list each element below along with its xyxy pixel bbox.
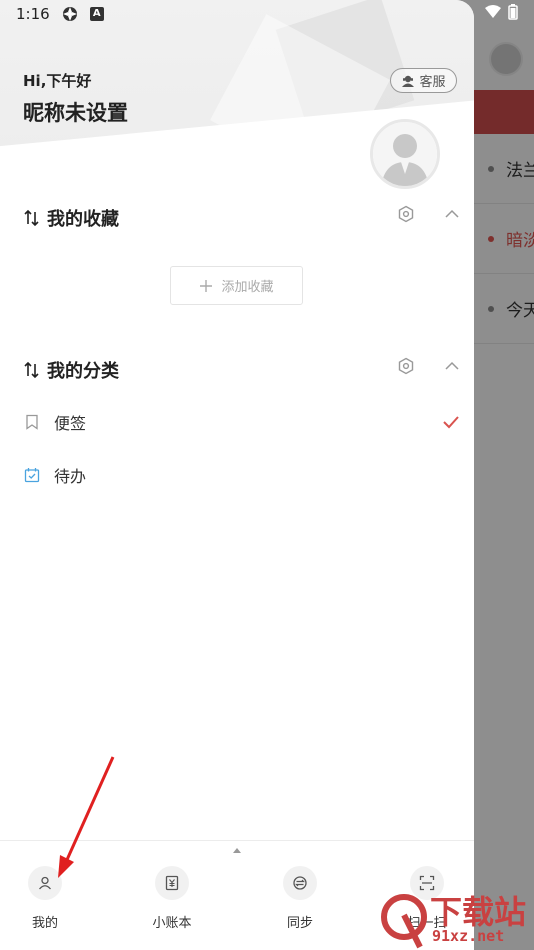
service-person-icon bbox=[402, 75, 415, 87]
categories-header: 我的分类 bbox=[23, 357, 463, 383]
categories-collapse-chevron-up-icon[interactable] bbox=[443, 357, 461, 375]
favorites-settings-icon[interactable] bbox=[397, 205, 415, 223]
expand-up-icon[interactable] bbox=[233, 848, 241, 853]
category-item-todo[interactable]: 待办 bbox=[24, 460, 460, 490]
favorites-title: 我的收藏 bbox=[47, 209, 119, 230]
system-indicators bbox=[484, 4, 518, 20]
favorites-header: 我的收藏 bbox=[23, 205, 463, 231]
categories-title: 我的分类 bbox=[47, 361, 119, 382]
watermark-logo-icon bbox=[381, 894, 427, 949]
battery-icon bbox=[508, 4, 518, 20]
bookmark-icon bbox=[26, 414, 38, 430]
tab-label: 小账本 bbox=[152, 916, 192, 931]
calendar-check-icon bbox=[24, 468, 40, 483]
nickname-text[interactable]: 昵称未设置 bbox=[23, 97, 128, 127]
watermark-url: 91xz.net bbox=[432, 927, 505, 945]
customer-service-button[interactable]: 客服 bbox=[390, 68, 457, 93]
status-time: 1:16 bbox=[16, 5, 50, 23]
divider bbox=[0, 840, 474, 841]
tab-sync[interactable]: 同步 bbox=[255, 866, 345, 931]
add-favorite-button[interactable]: 添加收藏 bbox=[170, 266, 303, 305]
tab-mine[interactable]: 我的 bbox=[0, 866, 90, 931]
navigation-drawer: 1:16 A Hi,下午好 昵称未设置 客服 我的收藏 添加收藏 我的分类 便签… bbox=[0, 0, 474, 950]
category-label: 待办 bbox=[54, 467, 87, 486]
tab-ledger[interactable]: 小账本 bbox=[127, 866, 217, 931]
user-icon bbox=[39, 876, 51, 890]
service-label: 客服 bbox=[419, 75, 446, 90]
tab-label: 同步 bbox=[286, 916, 313, 931]
add-favorite-label: 添加收藏 bbox=[221, 280, 274, 295]
ledger-icon bbox=[165, 875, 179, 891]
sort-icon[interactable] bbox=[23, 361, 41, 379]
watermark: 下载站 91xz.net bbox=[380, 885, 534, 950]
greeting-text: Hi,下午好 bbox=[23, 72, 92, 90]
category-item-notes[interactable]: 便签 bbox=[24, 407, 460, 437]
wifi-icon bbox=[485, 5, 501, 18]
category-label: 便签 bbox=[54, 414, 87, 433]
sync-icon bbox=[293, 876, 307, 890]
app-notification-icon bbox=[62, 7, 77, 21]
status-bar: 1:16 A bbox=[0, 0, 474, 28]
selected-check-icon bbox=[443, 416, 459, 429]
default-avatar-icon bbox=[373, 122, 437, 186]
tab-label: 我的 bbox=[31, 916, 58, 931]
favorites-collapse-chevron-up-icon[interactable] bbox=[443, 205, 461, 223]
a-notification-icon: A bbox=[89, 7, 104, 21]
plus-icon bbox=[200, 279, 213, 292]
categories-settings-icon[interactable] bbox=[397, 357, 415, 375]
sort-icon[interactable] bbox=[23, 209, 41, 227]
avatar[interactable] bbox=[370, 119, 440, 189]
